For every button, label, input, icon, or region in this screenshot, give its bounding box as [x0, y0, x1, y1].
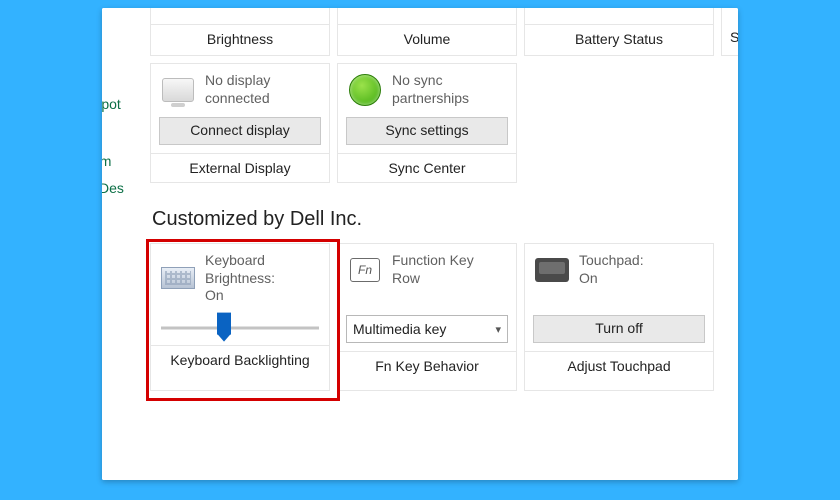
mobility-center-panel: Spot em l Des Brightness Volume Battery … [102, 8, 738, 480]
tile-title: External Display [151, 153, 329, 184]
tile-title: Sync Center [338, 153, 516, 184]
monitor-icon [161, 73, 195, 107]
tile-status-text: Keyboard Brightness: On [205, 252, 275, 305]
leftnav-item[interactable]: Spot [102, 96, 121, 112]
chevron-down-icon: ▾ [495, 323, 501, 336]
tile-title: Keyboard Backlighting [151, 345, 329, 376]
sync-icon [348, 73, 382, 107]
page-background: Spot em l Des Brightness Volume Battery … [0, 0, 840, 500]
keyboard-brightness-slider[interactable] [161, 317, 319, 339]
leftnav-item[interactable]: em [102, 153, 111, 169]
leftnav-item[interactable]: l Des [102, 180, 124, 196]
tile-status-text: Touchpad: On [579, 252, 644, 287]
slider-thumb[interactable] [217, 312, 231, 334]
tile-volume: Volume [337, 8, 517, 56]
slider-track [161, 326, 319, 329]
tile-brightness: Brightness [150, 8, 330, 56]
fn-key-icon: Fn [348, 253, 382, 287]
tile-fn-key-behavior: Fn Function Key Row Multimedia key ▾ Fn … [337, 243, 517, 391]
tile-status-text: Function Key Row [392, 252, 474, 287]
tile-status-text: No sync partnerships [392, 72, 469, 107]
section-heading-dell: Customized by Dell Inc. [152, 208, 362, 231]
tile-external-display: No display connected Connect display Ext… [150, 63, 330, 183]
turn-off-touchpad-button[interactable]: Turn off [533, 315, 705, 343]
tile-title: Fn Key Behavior [338, 351, 516, 382]
tile-cutoff-text: S [730, 29, 738, 45]
tile-title: Volume [338, 24, 516, 47]
connect-display-button[interactable]: Connect display [159, 117, 321, 145]
tile-keyboard-backlighting: Keyboard Brightness: On Keyboard Backlig… [150, 243, 330, 391]
tile-sync-center: No sync partnerships Sync settings Sync … [337, 63, 517, 183]
touchpad-icon [535, 253, 569, 287]
tile-title: Brightness [151, 24, 329, 47]
tile-adjust-touchpad: Touchpad: On Turn off Adjust Touchpad [524, 243, 714, 391]
fn-key-mode-select[interactable]: Multimedia key ▾ [346, 315, 508, 343]
select-value: Multimedia key [353, 321, 446, 337]
tile-title: Battery Status [525, 24, 713, 47]
tile-status-text: No display connected [205, 72, 270, 107]
sync-settings-button[interactable]: Sync settings [346, 117, 508, 145]
keyboard-icon [161, 261, 195, 295]
tile-battery-status: Battery Status [524, 8, 714, 56]
screenshot-frame: Spot em l Des Brightness Volume Battery … [102, 8, 738, 480]
tile-title: Adjust Touchpad [525, 351, 713, 382]
tile-cutoff: S [721, 8, 738, 56]
left-nav: Spot em l Des [102, 8, 142, 480]
